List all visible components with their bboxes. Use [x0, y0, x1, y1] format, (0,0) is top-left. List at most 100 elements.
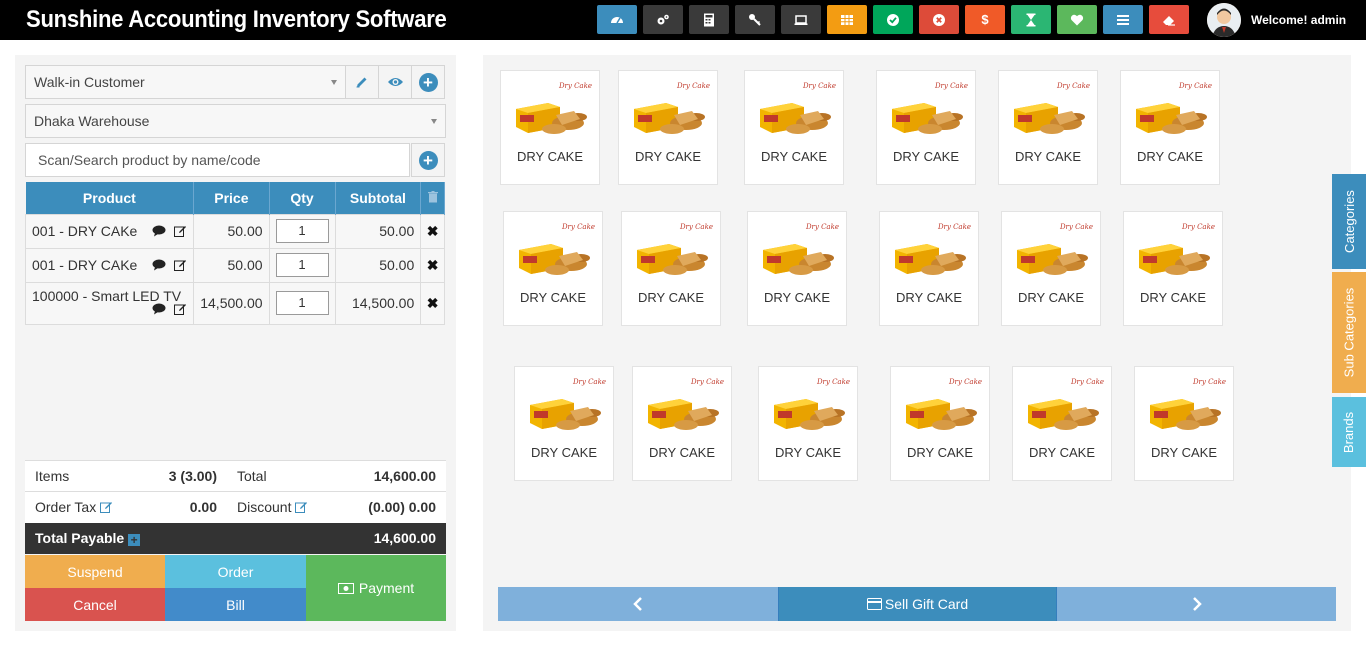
quantity-input[interactable]: 1: [275, 291, 329, 315]
cancel-button[interactable]: Cancel: [25, 588, 165, 621]
product-card[interactable]: Dry Cake DRY CAKE: [1123, 211, 1223, 326]
eraser-button[interactable]: [1149, 5, 1189, 34]
product-card[interactable]: Dry Cake DRY CAKE: [621, 211, 721, 326]
product-image-logo: Dry Cake: [558, 82, 592, 90]
product-image: Dry Cake: [1131, 220, 1215, 282]
plus-square-icon[interactable]: +: [128, 534, 141, 546]
product-image-logo: Dry Cake: [679, 223, 713, 231]
customer-value: Walk-in Customer: [34, 74, 145, 90]
product-card[interactable]: Dry Cake DRY CAKE: [1001, 211, 1101, 326]
quantity-input[interactable]: 1: [275, 253, 329, 277]
edit-customer-button[interactable]: [345, 65, 379, 99]
edit-item-icon[interactable]: [174, 302, 187, 318]
times-circle-button[interactable]: [919, 5, 959, 34]
product-card[interactable]: Dry Cake DRY CAKE: [890, 366, 990, 481]
total-payable-cell: Total Payable +: [25, 522, 227, 554]
total-payable-label: Total Payable: [35, 530, 125, 546]
price-cell: 50.00: [193, 247, 270, 283]
product-card[interactable]: Dry Cake DRY CAKE: [503, 211, 603, 326]
gift-card-label: Sell Gift Card: [884, 596, 969, 612]
edit-item-icon[interactable]: [174, 224, 187, 240]
product-card[interactable]: Dry Cake DRY CAKE: [744, 70, 844, 185]
hourglass-icon: [1024, 13, 1038, 27]
laptop-button[interactable]: [781, 5, 821, 34]
key-button[interactable]: [735, 5, 775, 34]
next-page-button[interactable]: [1057, 587, 1336, 621]
product-image: Dry Cake: [752, 79, 836, 141]
product-card[interactable]: Dry Cake DRY CAKE: [632, 366, 732, 481]
product-card[interactable]: Dry Cake DRY CAKE: [1012, 366, 1112, 481]
tab-brands[interactable]: Brands: [1332, 397, 1366, 467]
product-card[interactable]: Dry Cake DRY CAKE: [514, 366, 614, 481]
items-count: 3 (3.00): [150, 460, 227, 492]
view-customer-button[interactable]: [378, 65, 412, 99]
product-name: DRY CAKE: [635, 149, 701, 164]
product-card[interactable]: Dry Cake DRY CAKE: [876, 70, 976, 185]
column-header-qty: Qty: [269, 182, 336, 214]
subtotal-cell: 50.00: [334, 247, 422, 283]
product-image-logo: Dry Cake: [561, 223, 595, 231]
product-card[interactable]: Dry Cake DRY CAKE: [758, 366, 858, 481]
welcome-text[interactable]: Welcome! admin: [1251, 13, 1346, 27]
comment-icon[interactable]: [152, 302, 166, 318]
product-name: 100000 - Smart LED TV: [32, 288, 182, 304]
avatar[interactable]: [1207, 3, 1241, 37]
remove-item-icon[interactable]: ✖: [420, 213, 445, 249]
qty-cell: 1: [268, 247, 336, 283]
suspend-button[interactable]: Suspend: [25, 555, 165, 588]
add-product-button[interactable]: +: [411, 143, 445, 177]
quantity-input[interactable]: 1: [275, 219, 329, 243]
previous-page-button[interactable]: [498, 587, 778, 621]
heart-button[interactable]: [1057, 5, 1097, 34]
product-card[interactable]: Dry Cake DRY CAKE: [1134, 366, 1234, 481]
column-header-price: Price: [193, 182, 270, 214]
dollar-button[interactable]: $: [965, 5, 1005, 34]
product-image: Dry Cake: [1006, 79, 1090, 141]
total-label: Total: [227, 460, 327, 492]
product-search-input[interactable]: Scan/Search product by name/code: [25, 143, 410, 177]
product-image: Dry Cake: [887, 220, 971, 282]
product-card[interactable]: Dry Cake DRY CAKE: [998, 70, 1098, 185]
product-card[interactable]: Dry Cake DRY CAKE: [747, 211, 847, 326]
add-customer-button[interactable]: +: [411, 65, 445, 99]
remove-item-icon[interactable]: ✖: [420, 247, 445, 283]
product-name: DRY CAKE: [896, 290, 962, 305]
customer-select[interactable]: Walk-in Customer: [25, 65, 346, 99]
product-cell: 001 - DRY CAKe: [24, 213, 195, 249]
payment-button[interactable]: Payment: [306, 555, 446, 621]
warehouse-value: Dhaka Warehouse: [34, 113, 150, 129]
product-name: DRY CAKE: [1140, 290, 1206, 305]
remove-item-icon[interactable]: ✖: [420, 281, 445, 325]
product-image: Dry Cake: [766, 375, 850, 437]
warehouse-select[interactable]: Dhaka Warehouse: [25, 104, 446, 138]
bill-button[interactable]: Bill: [165, 588, 306, 621]
order-button[interactable]: Order: [165, 555, 306, 588]
tab-categories[interactable]: Categories: [1332, 174, 1366, 269]
product-card[interactable]: Dry Cake DRY CAKE: [1120, 70, 1220, 185]
calculator-button[interactable]: [689, 5, 729, 34]
hourglass-button[interactable]: [1011, 5, 1051, 34]
sell-gift-card-button[interactable]: Sell Gift Card: [778, 587, 1057, 621]
product-card[interactable]: Dry Cake DRY CAKE: [500, 70, 600, 185]
tab-sub-categories[interactable]: Sub Categories: [1332, 272, 1366, 393]
edit-item-icon[interactable]: [174, 258, 187, 274]
dashboard-icon: [610, 13, 624, 27]
table-button[interactable]: [827, 5, 867, 34]
comment-icon[interactable]: [152, 224, 166, 240]
order-tax-value: 0.00: [150, 491, 227, 523]
edit-tax-icon[interactable]: [100, 500, 113, 516]
check-circle-button[interactable]: [873, 5, 913, 34]
comment-icon[interactable]: [152, 258, 166, 274]
chevron-down-icon: [331, 80, 337, 85]
edit-discount-icon[interactable]: [295, 500, 308, 516]
list-button[interactable]: [1103, 5, 1143, 34]
trash-icon[interactable]: [420, 182, 445, 214]
product-image-logo: Dry Cake: [1178, 82, 1212, 90]
product-card[interactable]: Dry Cake DRY CAKE: [618, 70, 718, 185]
product-card[interactable]: Dry Cake DRY CAKE: [879, 211, 979, 326]
column-header-product: Product: [25, 182, 195, 214]
cogs-button[interactable]: [643, 5, 683, 34]
discount-cell: Discount: [227, 491, 327, 523]
total-value: 14,600.00: [327, 460, 446, 492]
dashboard-button[interactable]: [597, 5, 637, 34]
